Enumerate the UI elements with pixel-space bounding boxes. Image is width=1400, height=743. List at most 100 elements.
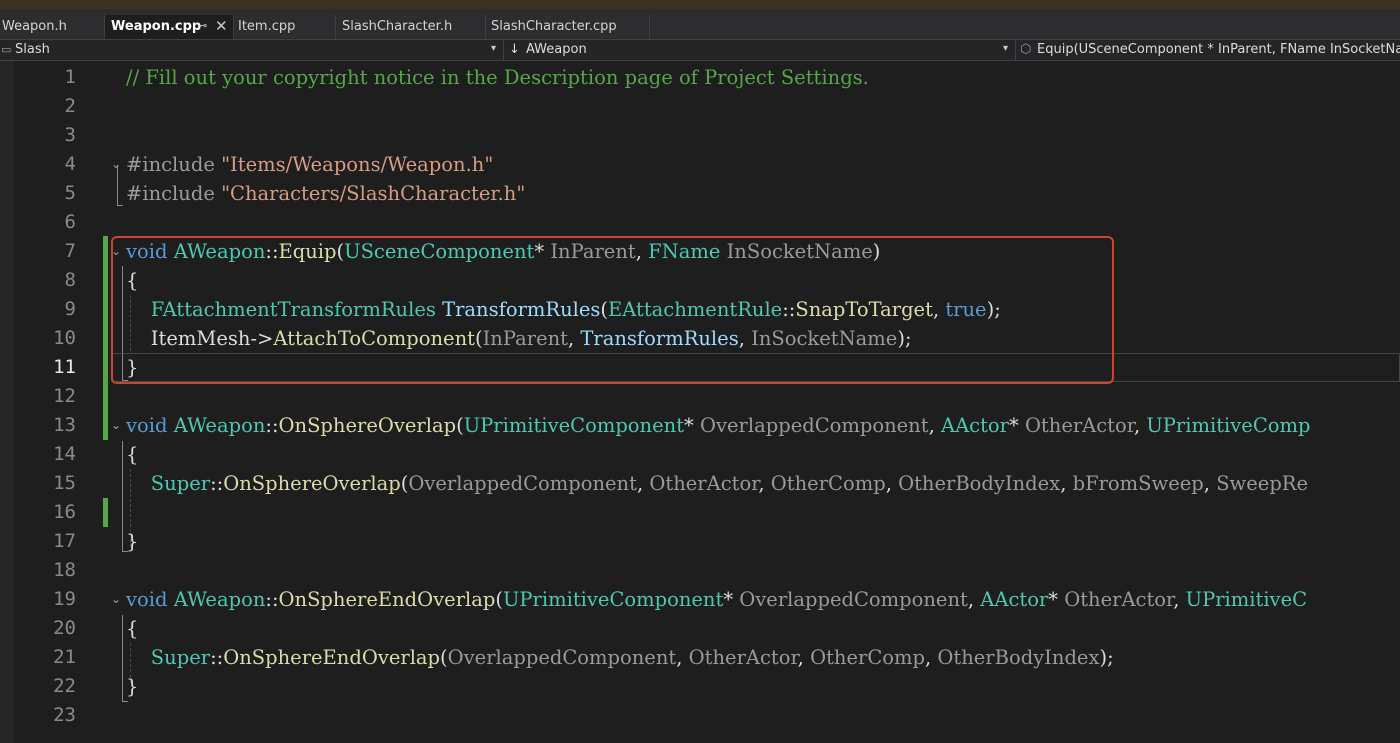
code-line[interactable]: 22} — [0, 672, 1400, 701]
code-line[interactable]: 1 // Fill out your copyright notice in th… — [0, 63, 1400, 92]
code-token: , — [758, 472, 771, 495]
fold-chevron-icon[interactable]: ⌄ — [111, 150, 121, 179]
line-number: 16 — [53, 501, 76, 523]
code-token: OtherComp — [770, 472, 886, 495]
nav-divider — [1015, 40, 1016, 60]
code-token: OtherBodyIndex — [937, 646, 1100, 669]
code-text: void AWeapon::OnSphereOverlap(UPrimitive… — [126, 411, 1310, 440]
code-editor[interactable]: 1 // Fill out your copyright notice in th… — [0, 61, 1400, 743]
code-token: { — [126, 443, 139, 466]
code-line[interactable]: 23 — [0, 701, 1400, 730]
code-line[interactable]: 20 { — [0, 614, 1400, 643]
code-token: * — [1008, 414, 1025, 437]
annotation-box — [111, 236, 1114, 384]
code-line[interactable]: 4 ⌄ #include "Items/Weapons/Weapon.h" — [0, 150, 1400, 179]
code-line[interactable]: 21 Super::OnSphereEndOverlap(OverlappedC… — [0, 643, 1400, 672]
code-token: AActor — [941, 414, 1009, 437]
code-line[interactable]: 19 ⌄ void AWeapon::OnSphereEndOverlap(UPri… — [0, 585, 1400, 614]
line-number: 2 — [64, 95, 76, 117]
code-token: , — [1203, 472, 1217, 495]
chevron-down-icon[interactable]: ▾ — [491, 43, 496, 54]
code-line[interactable]: 5 #include "Characters/SlashCharacter.h" — [0, 179, 1400, 208]
code-token: OverlappedComponent — [700, 414, 929, 437]
tab-bar: Weapon.h Weapon.cpp ⊸ ✕ Item.cpp SlashCh… — [0, 9, 1400, 39]
code-text: #include "Characters/SlashCharacter.h" — [126, 179, 525, 208]
code-token: ( — [456, 414, 464, 437]
line-number: 8 — [64, 269, 76, 291]
code-token: bFromSweep — [1072, 472, 1204, 495]
line-number: 5 — [64, 182, 76, 204]
code-line[interactable]: 14 { — [0, 440, 1400, 469]
code-token: UPrimitiveComponent — [463, 414, 685, 437]
code-token: , — [885, 472, 899, 495]
tab-item-cpp[interactable]: Item.cpp — [234, 15, 334, 39]
code-line[interactable]: 13 ⌄ void AWeapon::OnSphereOverlap(UPrimit… — [0, 411, 1400, 440]
code-token: ); — [1099, 646, 1114, 669]
code-token: :: — [210, 472, 224, 495]
fold-chevron-icon[interactable]: ⌄ — [111, 585, 121, 614]
tab-slashcharacter-cpp[interactable]: SlashCharacter.cpp — [486, 15, 648, 39]
tab-weapon-cpp[interactable]: Weapon.cpp ⊸ ✕ — [105, 15, 233, 39]
code-line[interactable]: 16 — [0, 498, 1400, 527]
code-text: void AWeapon::OnSphereEndOverlap(UPrimit… — [126, 585, 1307, 614]
chevron-down-icon[interactable]: ▾ — [1003, 43, 1008, 54]
code-token: , — [797, 646, 811, 669]
code-token: SweepRe — [1216, 472, 1309, 495]
code-token: "Characters/SlashCharacter.h" — [221, 182, 526, 205]
code-text: Super::OnSphereOverlap(OverlappedCompone… — [126, 469, 1308, 498]
line-number: 12 — [53, 385, 76, 407]
code-token: , — [1133, 414, 1147, 437]
code-token: :: — [265, 414, 279, 437]
line-number: 7 — [64, 240, 76, 262]
code-text: { — [126, 440, 138, 469]
code-token: , — [1060, 472, 1073, 495]
code-token: OverlappedComponent — [739, 588, 968, 611]
code-line[interactable]: 6 — [0, 208, 1400, 237]
line-number: 22 — [53, 675, 76, 697]
code-token: OnSphereEndOverlap — [278, 588, 496, 611]
line-number: 15 — [53, 472, 76, 494]
member-dropdown[interactable]: Equip(USceneComponent * InParent, FName … — [1037, 42, 1400, 57]
code-token: ( — [440, 646, 448, 669]
line-number: 17 — [53, 530, 76, 552]
tab-slashcharacter-h[interactable]: SlashCharacter.h — [336, 15, 484, 39]
code-text: // Fill out your copyright notice in the… — [126, 63, 869, 92]
code-token: * — [723, 588, 740, 611]
code-token: OverlappedComponent — [447, 646, 677, 669]
line-number: 4 — [64, 153, 76, 175]
project-dropdown[interactable]: Slash — [15, 42, 50, 57]
code-token: OtherComp — [810, 646, 925, 669]
code-text: Super::OnSphereEndOverlap(OverlappedComp… — [126, 643, 1114, 672]
code-token: , — [924, 646, 938, 669]
tab-weapon-h[interactable]: Weapon.h — [0, 15, 104, 39]
code-text: } — [126, 672, 138, 701]
tab-label: Item.cpp — [238, 19, 296, 34]
line-number: 20 — [53, 617, 76, 639]
line-number: 9 — [64, 298, 76, 320]
code-text: #include "Items/Weapons/Weapon.h" — [126, 150, 493, 179]
code-token: OnSphereOverlap — [223, 472, 401, 495]
close-icon[interactable]: ✕ — [215, 17, 228, 35]
tab-label: SlashCharacter.cpp — [491, 19, 617, 34]
pin-icon[interactable]: ⊸ — [198, 19, 207, 32]
code-line[interactable]: 2 — [0, 92, 1400, 121]
code-token: OtherBodyIndex — [898, 472, 1061, 495]
navigation-bar: ▭ Slash ▾ ↓ AWeapon ▾ ⬡ Equip(USceneComp… — [0, 39, 1400, 61]
code-line[interactable]: 17} — [0, 527, 1400, 556]
code-token: , — [1173, 588, 1186, 611]
code-token: UPrimitiveComp — [1146, 414, 1311, 437]
scope-dropdown[interactable]: AWeapon — [526, 42, 587, 57]
code-token: , — [636, 472, 650, 495]
code-line[interactable]: 3 — [0, 121, 1400, 150]
code-line[interactable]: 15 Super::OnSphereOverlap(OverlappedComp… — [0, 469, 1400, 498]
code-token: "Items/Weapons/Weapon.h" — [221, 153, 494, 176]
code-token: // Fill out your copyright notice in the… — [126, 66, 869, 89]
code-line[interactable]: 12 — [0, 382, 1400, 411]
fold-chevron-icon[interactable]: ⌄ — [111, 411, 121, 440]
code-token: OnSphereEndOverlap — [223, 646, 441, 669]
code-line[interactable]: 18 — [0, 556, 1400, 585]
code-token: OtherActor — [1024, 414, 1134, 437]
code-token: OtherActor — [688, 646, 798, 669]
code-token: ( — [495, 588, 503, 611]
